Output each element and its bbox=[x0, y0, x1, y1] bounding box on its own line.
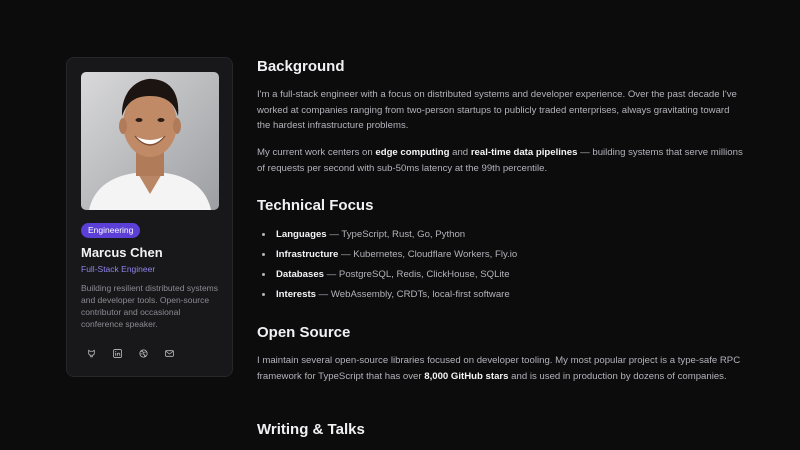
profile-role: Full-Stack Engineer bbox=[81, 264, 156, 274]
social-links bbox=[85, 347, 176, 360]
list-item-label: Interests bbox=[276, 289, 316, 300]
dribbble-link[interactable] bbox=[137, 347, 150, 360]
list-item-text: — Kubernetes, Cloudflare Workers, Fly.io bbox=[338, 249, 518, 260]
highlight-data-pipelines: real-time data pipelines bbox=[470, 147, 578, 158]
github-icon bbox=[88, 349, 95, 358]
text-run: and is used in production by dozens of c… bbox=[508, 370, 727, 382]
technical-focus-list: Languages — TypeScript, Rust, Go, Python… bbox=[260, 227, 740, 307]
section-heading-writing-talks: Writing & Talks bbox=[257, 421, 365, 438]
list-item-label: Infrastructure bbox=[276, 249, 339, 260]
linkedin-link[interactable] bbox=[111, 347, 124, 360]
highlight-github-stars: 8,000 GitHub stars bbox=[424, 370, 509, 382]
main-content: Background I'm a full-stack engineer wit… bbox=[257, 0, 747, 450]
list-item-label: Languages bbox=[276, 229, 327, 240]
text-run: and bbox=[449, 147, 471, 158]
dribbble-icon bbox=[139, 349, 148, 358]
mail-icon bbox=[165, 350, 174, 357]
list-item: Infrastructure — Kubernetes, Cloudflare … bbox=[260, 247, 740, 267]
background-paragraph-2: My current work centers on edge computin… bbox=[257, 145, 745, 176]
section-heading-technical-focus: Technical Focus bbox=[257, 197, 374, 214]
profile-name: Marcus Chen bbox=[81, 245, 163, 260]
about-page: Engineering Marcus Chen Full-Stack Engin… bbox=[0, 0, 800, 450]
list-item: Interests — WebAssembly, CRDTs, local-fi… bbox=[260, 287, 740, 307]
section-heading-background: Background bbox=[257, 58, 345, 75]
linkedin-icon bbox=[113, 349, 122, 358]
highlight-edge-computing: edge computing bbox=[375, 147, 450, 158]
list-item: Databases — PostgreSQL, Redis, ClickHous… bbox=[260, 267, 740, 287]
text-run: My current work centers on bbox=[257, 147, 376, 158]
department-badge: Engineering bbox=[81, 223, 141, 238]
profile-photo bbox=[81, 72, 219, 210]
list-item-text: — WebAssembly, CRDTs, local-first softwa… bbox=[316, 289, 510, 300]
profile-bio: Building resilient distributed systems a… bbox=[81, 283, 219, 329]
github-link[interactable] bbox=[85, 347, 98, 360]
profile-card: Engineering Marcus Chen Full-Stack Engin… bbox=[66, 57, 233, 377]
background-paragraph-1: I'm a full-stack engineer with a focus o… bbox=[257, 89, 737, 131]
list-item-text: — PostgreSQL, Redis, ClickHouse, SQLite bbox=[324, 269, 510, 280]
list-item: Languages — TypeScript, Rust, Go, Python bbox=[260, 227, 740, 247]
open-source-paragraph: I maintain several open-source libraries… bbox=[257, 353, 745, 384]
list-item-label: Databases bbox=[276, 269, 324, 280]
section-heading-open-source: Open Source bbox=[257, 324, 351, 341]
email-link[interactable] bbox=[163, 347, 176, 360]
portrait-image bbox=[81, 72, 219, 210]
list-item-text: — TypeScript, Rust, Go, Python bbox=[326, 229, 466, 240]
